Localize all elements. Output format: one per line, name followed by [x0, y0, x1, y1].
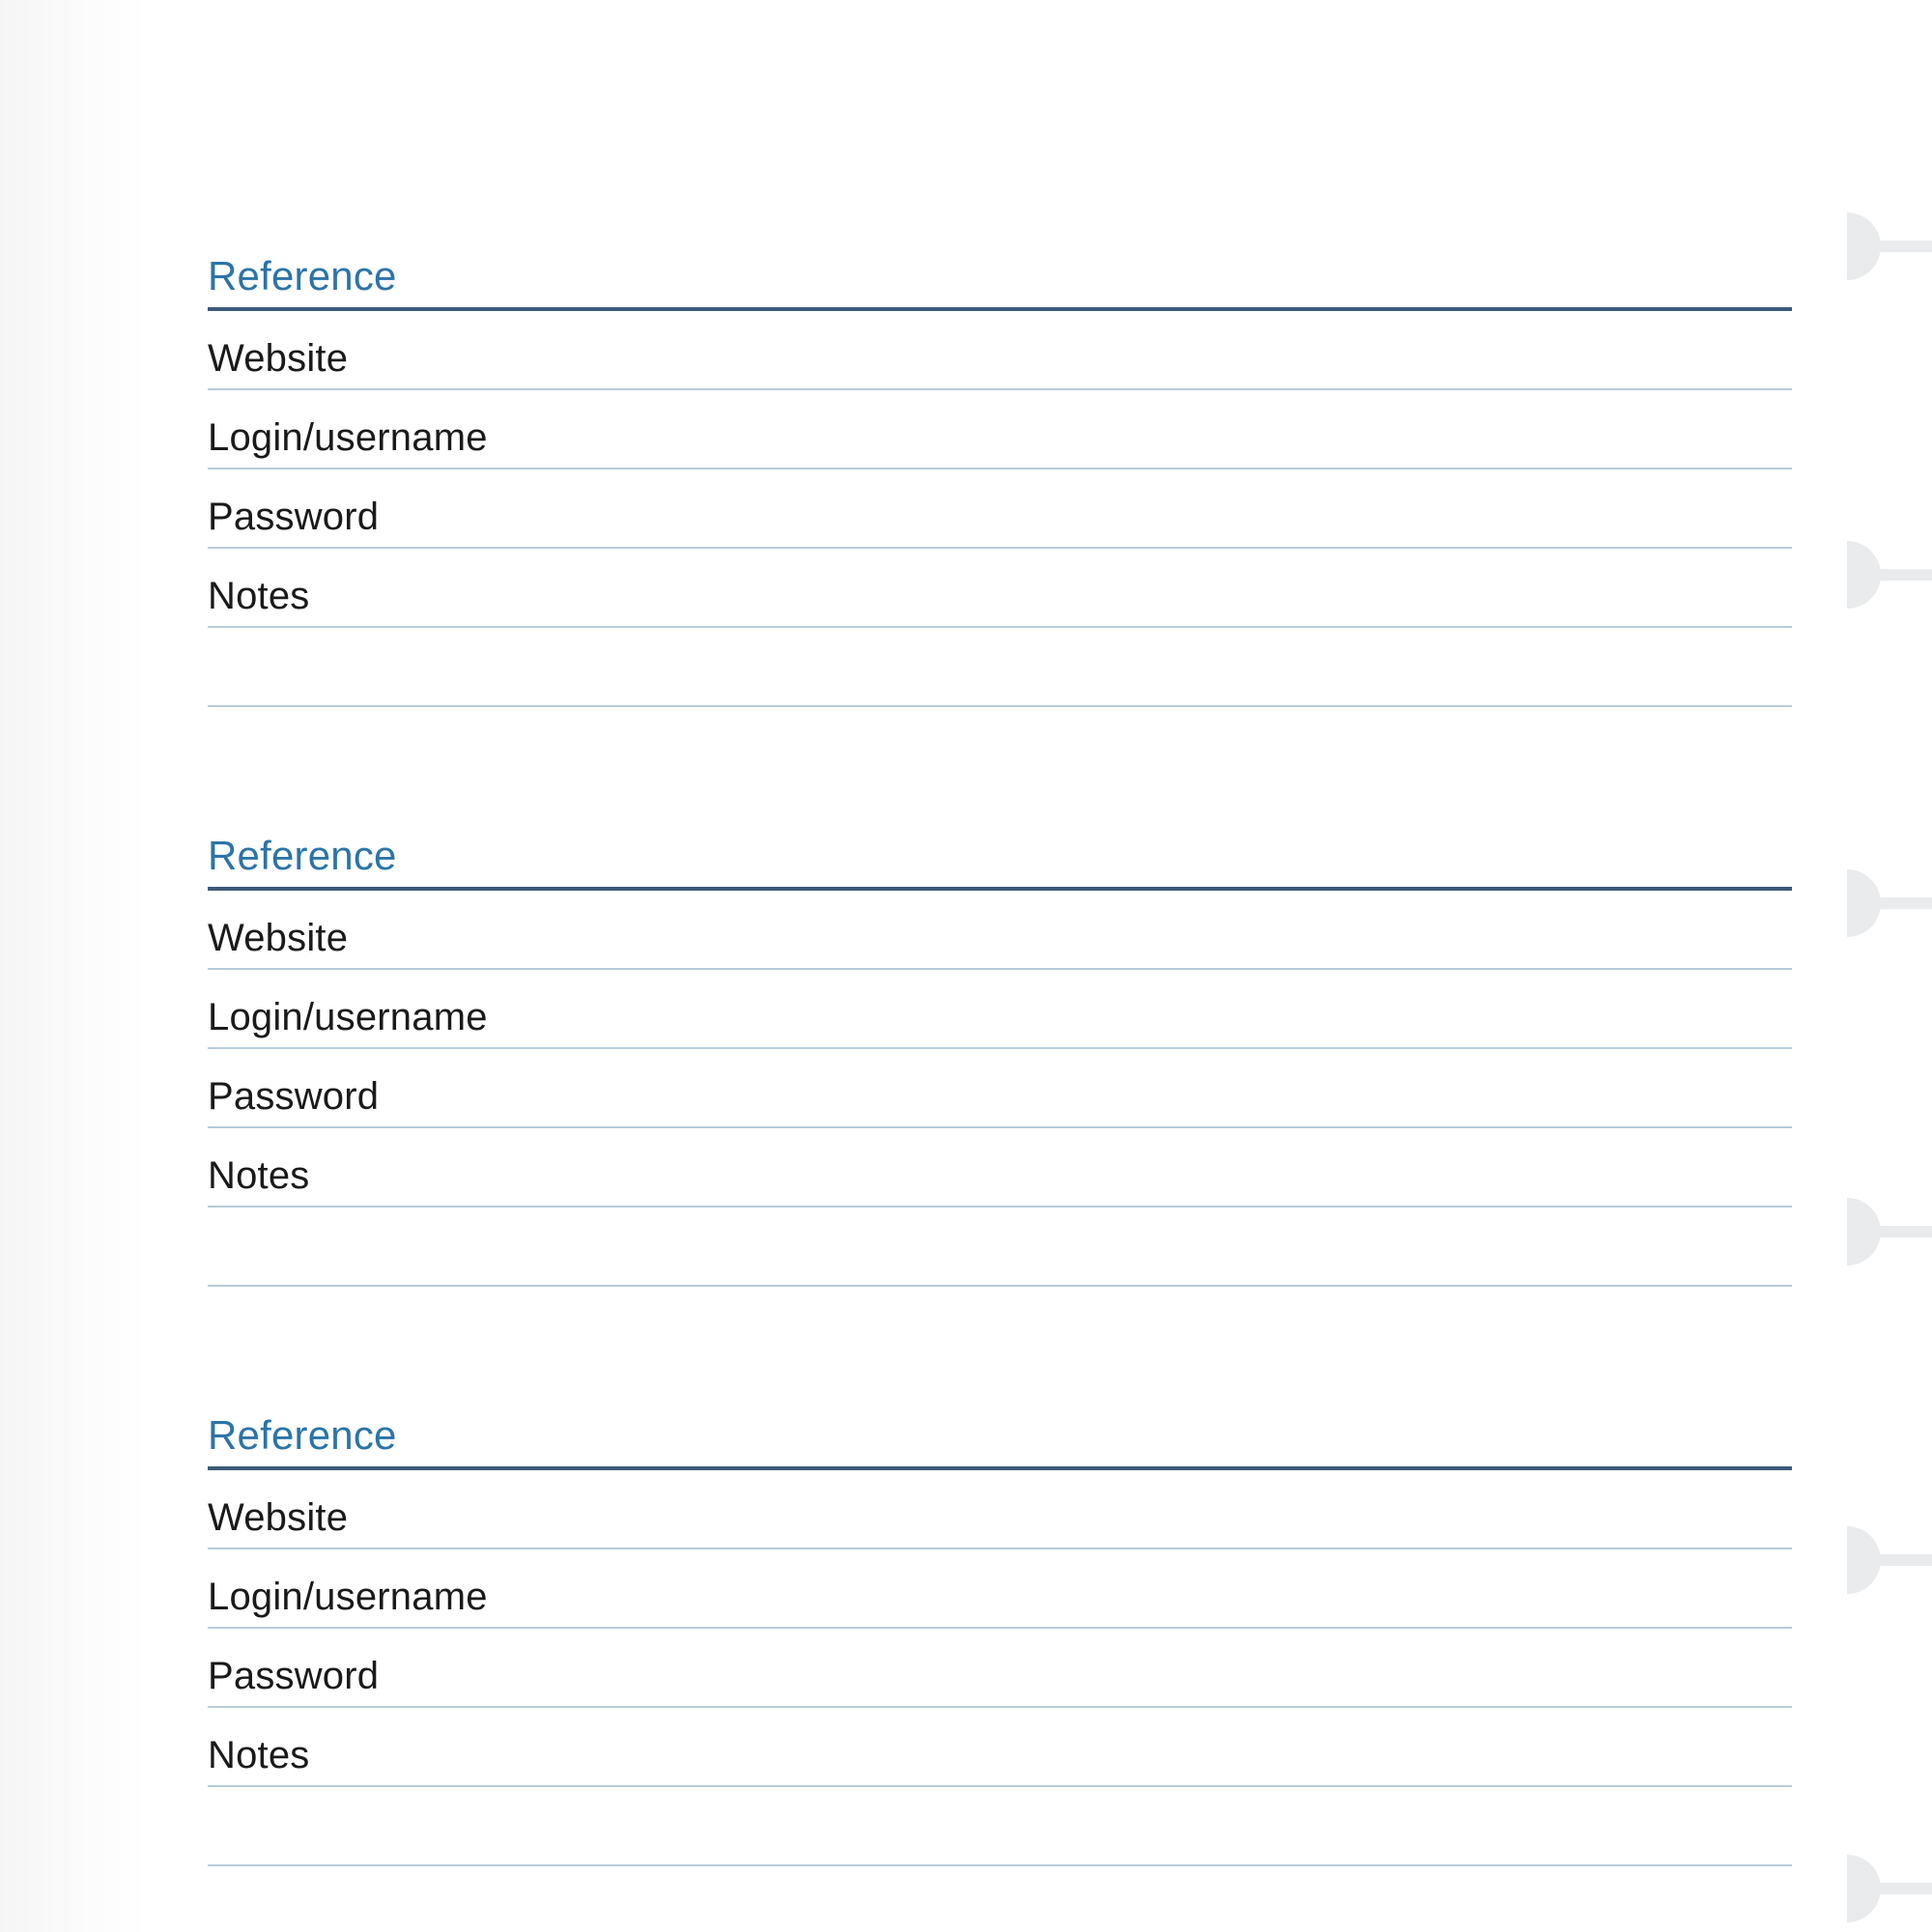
field-label: Password [208, 496, 379, 539]
field-row-notes: Notes [208, 549, 1792, 628]
field-label: Notes [208, 1734, 310, 1777]
field-row-password: Password [208, 1049, 1792, 1128]
field-row-notes: Notes [208, 1708, 1792, 1787]
field-row-blank [208, 1208, 1792, 1287]
entry-header-row: Reference [208, 811, 1792, 891]
field-label: Website [208, 917, 348, 960]
entry-block: Reference Website Login/username Passwor… [208, 811, 1792, 1287]
field-row-website: Website [208, 1470, 1792, 1549]
field-label: Website [208, 1496, 348, 1540]
disc-notch-icon [1847, 529, 1932, 620]
field-row-blank [208, 628, 1792, 707]
entry-header-label: Reference [208, 253, 397, 299]
field-row-login: Login/username [208, 970, 1792, 1049]
field-row-login: Login/username [208, 390, 1792, 469]
field-label: Login/username [208, 416, 488, 460]
password-log-content: Reference Website Login/username Passwor… [208, 232, 1792, 1932]
field-label: Website [208, 337, 348, 381]
field-row-password: Password [208, 469, 1792, 549]
disc-notch-icon [1847, 1515, 1932, 1605]
entry-header-row: Reference [208, 1391, 1792, 1470]
entry-header-label: Reference [208, 833, 397, 879]
disc-notch-icon [1847, 201, 1932, 292]
field-label: Password [208, 1655, 379, 1698]
field-row-password: Password [208, 1629, 1792, 1708]
page-left-shadow [0, 0, 150, 1932]
entry-block: Reference Website Login/username Passwor… [208, 232, 1792, 707]
disc-notch-icon [1847, 858, 1932, 949]
entry-block: Reference Website Login/username Passwor… [208, 1391, 1792, 1866]
field-label: Login/username [208, 1576, 488, 1619]
disc-notch-icon [1847, 1186, 1932, 1277]
disc-notch-icon [1847, 1843, 1932, 1932]
field-label: Notes [208, 575, 310, 618]
field-row-website: Website [208, 891, 1792, 970]
field-label: Login/username [208, 996, 488, 1039]
field-row-blank [208, 1787, 1792, 1866]
field-label: Notes [208, 1154, 310, 1198]
field-row-notes: Notes [208, 1128, 1792, 1208]
field-label: Password [208, 1075, 379, 1119]
field-row-login: Login/username [208, 1549, 1792, 1629]
entry-header-row: Reference [208, 232, 1792, 311]
entry-header-label: Reference [208, 1412, 397, 1459]
field-row-website: Website [208, 311, 1792, 390]
